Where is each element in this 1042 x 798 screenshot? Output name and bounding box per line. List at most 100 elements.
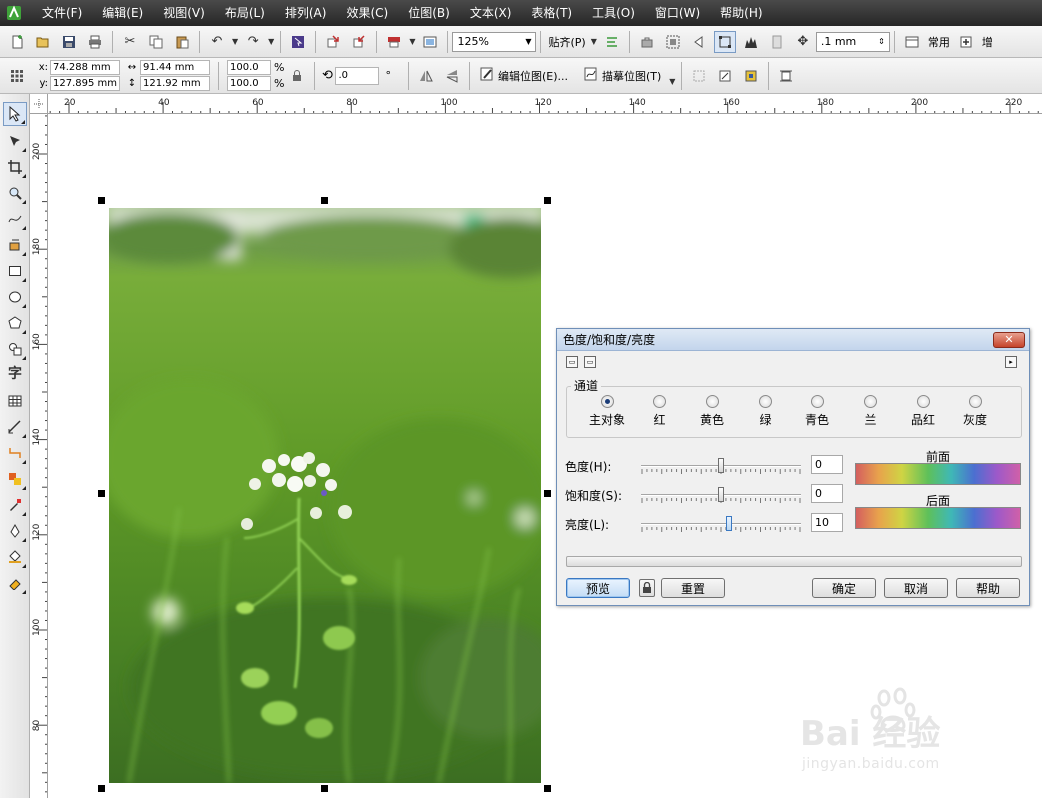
selection-handle-bottom-left[interactable] bbox=[98, 785, 105, 792]
lightness-slider[interactable] bbox=[641, 515, 801, 533]
dimension-tool-icon[interactable] bbox=[3, 415, 27, 439]
auto-preview-lock-button[interactable] bbox=[639, 579, 655, 597]
document-icon[interactable] bbox=[766, 31, 788, 53]
rotation-angle-input[interactable]: .0 bbox=[335, 66, 380, 85]
menu-view[interactable]: 视图(V) bbox=[153, 0, 215, 26]
reset-button[interactable]: 重置 bbox=[661, 578, 725, 598]
table-tool-icon[interactable] bbox=[3, 389, 27, 413]
alignment-guides-icon[interactable] bbox=[601, 31, 623, 53]
width-input[interactable]: 91.44 mm bbox=[140, 60, 210, 75]
hue-slider[interactable] bbox=[641, 457, 801, 475]
app-logo-icon[interactable] bbox=[4, 3, 24, 23]
redo-dropdown-icon[interactable]: ▼ bbox=[268, 37, 274, 46]
channel-radio-magenta[interactable]: 品红 bbox=[911, 395, 935, 428]
saturation-slider[interactable] bbox=[641, 486, 801, 504]
channel-radio-green[interactable]: 绿 bbox=[759, 395, 772, 428]
rectangle-tool-icon[interactable] bbox=[3, 259, 27, 283]
crop-tool-icon[interactable] bbox=[3, 155, 27, 179]
publish-dropdown-icon[interactable]: ▼ bbox=[409, 37, 415, 46]
selection-handle-bottom-right[interactable] bbox=[544, 785, 551, 792]
crop-bitmap-icon[interactable] bbox=[688, 31, 710, 53]
menu-table[interactable]: 表格(T) bbox=[521, 0, 582, 26]
mirror-horizontal-icon[interactable] bbox=[415, 65, 437, 87]
object-origin-icon[interactable] bbox=[6, 65, 28, 87]
new-document-icon[interactable] bbox=[6, 31, 28, 53]
height-input[interactable]: 121.92 mm bbox=[140, 76, 210, 91]
crop-bitmap-disabled-icon[interactable] bbox=[688, 65, 710, 87]
help-button[interactable]: 帮助 bbox=[956, 578, 1020, 598]
channel-radio-yellow[interactable]: 黄色 bbox=[700, 395, 724, 428]
trace-dropdown-icon[interactable]: ▼ bbox=[669, 77, 675, 86]
resample-icon[interactable] bbox=[714, 65, 736, 87]
undo-icon[interactable]: ↶ bbox=[206, 31, 228, 53]
split-preview-icon[interactable]: ▭ bbox=[566, 356, 578, 368]
channel-radio-blue[interactable]: 兰 bbox=[864, 395, 877, 428]
saturation-slider-thumb[interactable] bbox=[718, 487, 724, 502]
zoom-tool-icon[interactable] bbox=[3, 181, 27, 205]
expand-menu-icon[interactable]: ▸ bbox=[1005, 356, 1017, 368]
vertical-ruler[interactable]: 200 180 160 140 120 100 80 bbox=[30, 114, 48, 798]
selection-handle-left[interactable] bbox=[98, 490, 105, 497]
mirror-vertical-icon[interactable] bbox=[441, 65, 463, 87]
pick-tool-icon[interactable] bbox=[3, 102, 27, 126]
hue-value-input[interactable]: 0 bbox=[811, 455, 843, 474]
horizontal-ruler[interactable]: 20 40 60 80 100 120 140 160 180 200 220 bbox=[48, 94, 1042, 114]
edit-bitmap-button[interactable]: 编辑位图(E)... bbox=[480, 67, 568, 85]
interactive-fill-tool-icon[interactable] bbox=[3, 571, 27, 595]
menu-arrange[interactable]: 排列(A) bbox=[275, 0, 337, 26]
channel-radio-grayscale[interactable]: 灰度 bbox=[963, 395, 987, 428]
menu-edit[interactable]: 编辑(E) bbox=[92, 0, 153, 26]
scale-x-input[interactable]: 100.0 bbox=[227, 60, 271, 75]
snap-to-label[interactable]: 贴齐(P) bbox=[548, 34, 585, 50]
ellipse-tool-icon[interactable] bbox=[3, 285, 27, 309]
export-icon[interactable] bbox=[348, 31, 370, 53]
lightness-slider-thumb[interactable] bbox=[725, 516, 732, 531]
dialog-title-bar[interactable]: 色度/饱和度/亮度 ✕ bbox=[557, 329, 1029, 351]
spinner-icon[interactable]: ⇕ bbox=[878, 37, 885, 46]
eyedropper-tool-icon[interactable] bbox=[3, 493, 27, 517]
channel-radio-master[interactable]: 主对象 bbox=[589, 395, 625, 428]
selection-handle-bottom[interactable] bbox=[321, 785, 328, 792]
histogram-icon[interactable] bbox=[740, 31, 762, 53]
trace-bitmap-button[interactable]: 描摹位图(T) bbox=[584, 67, 661, 85]
selection-handle-top-left[interactable] bbox=[98, 197, 105, 204]
scale-y-input[interactable]: 100.0 bbox=[227, 76, 271, 91]
menu-tools[interactable]: 工具(O) bbox=[582, 0, 645, 26]
selection-handle-top[interactable] bbox=[321, 197, 328, 204]
smart-fill-tool-icon[interactable] bbox=[3, 233, 27, 257]
lightness-value-input[interactable]: 10 bbox=[811, 513, 843, 532]
y-position-input[interactable]: 127.895 mm bbox=[50, 76, 120, 91]
menu-effects[interactable]: 效果(C) bbox=[336, 0, 398, 26]
nudge-distance-input[interactable]: .1 mm ⇕ bbox=[815, 31, 890, 52]
open-folder-icon[interactable] bbox=[32, 31, 54, 53]
menu-text[interactable]: 文本(X) bbox=[460, 0, 522, 26]
interactive-blend-tool-icon[interactable] bbox=[3, 467, 27, 491]
x-position-input[interactable]: 74.288 mm bbox=[50, 60, 120, 75]
polygon-tool-icon[interactable] bbox=[3, 311, 27, 335]
close-button[interactable]: ✕ bbox=[993, 331, 1025, 348]
menu-bitmaps[interactable]: 位图(B) bbox=[398, 0, 460, 26]
connector-tool-icon[interactable] bbox=[3, 441, 27, 465]
redo-icon[interactable]: ↷ bbox=[242, 31, 264, 53]
ok-button[interactable]: 确定 bbox=[812, 578, 876, 598]
snap-to-dropdown-icon[interactable]: ▼ bbox=[591, 37, 597, 46]
addons-label[interactable]: 增 bbox=[982, 34, 993, 50]
bitmap-image[interactable] bbox=[109, 208, 541, 783]
menu-layout[interactable]: 布局(L) bbox=[215, 0, 275, 26]
single-preview-icon[interactable]: ▭ bbox=[584, 356, 596, 368]
shape-tool-icon[interactable] bbox=[3, 129, 27, 153]
cut-icon[interactable]: ✂ bbox=[119, 31, 141, 53]
channel-radio-red[interactable]: 红 bbox=[653, 395, 666, 428]
trace-bitmap-icon[interactable] bbox=[713, 30, 736, 53]
preview-button[interactable]: 预览 bbox=[566, 578, 630, 598]
saturation-value-input[interactable]: 0 bbox=[811, 484, 843, 503]
workspace-label[interactable]: 常用 bbox=[928, 34, 950, 50]
publish-pdf-icon[interactable] bbox=[383, 31, 405, 53]
text-tool-icon[interactable]: 字 bbox=[3, 361, 27, 385]
bitmap-resample-icon[interactable] bbox=[662, 31, 684, 53]
copy-icon[interactable] bbox=[145, 31, 167, 53]
outline-tool-icon[interactable] bbox=[3, 519, 27, 543]
options-icon[interactable] bbox=[636, 31, 658, 53]
selection-handle-right[interactable] bbox=[544, 490, 551, 497]
selection-handle-top-right[interactable] bbox=[544, 197, 551, 204]
